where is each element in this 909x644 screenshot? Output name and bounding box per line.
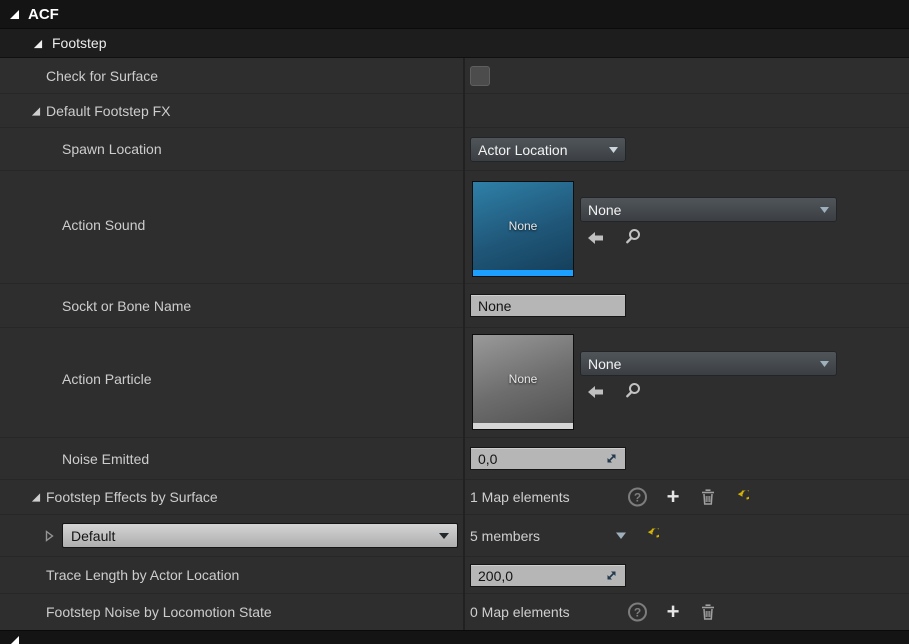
check-for-surface-label: Check for Surface [46,67,159,84]
spawn-location-value: Actor Location [478,141,568,158]
expander-next-category-icon[interactable] [8,634,20,644]
delete-elements-button[interactable] [700,603,716,621]
action-particle-thumbnail-face: None [473,335,573,423]
particle-asset-color-strip [473,423,573,429]
action-sound-label: Action Sound [62,217,146,233]
expander-acf-icon[interactable] [8,8,20,20]
members-dropdown-icon[interactable] [616,532,626,539]
expander-default-footstep-fx-icon[interactable] [30,105,41,116]
spawn-location-label: Spawn Location [62,141,162,157]
browse-to-asset-button[interactable] [624,227,642,245]
property-row-footstep-noise: Footstep Noise by Locomotion State 0 Map… [0,594,909,630]
property-row-default-footstep-fx[interactable]: Default Footstep FX [0,94,909,128]
property-row-action-particle: Action Particle None None [0,328,909,438]
expand-value-icon[interactable] [605,452,618,465]
trash-icon [702,604,714,620]
chevron-down-icon [820,360,829,367]
category-header-acf[interactable]: ACF [0,0,909,29]
expander-collapsed-icon[interactable] [45,529,54,542]
category-footstep-label: Footstep [52,35,107,51]
footstep-effects-by-surface-label: Footstep Effects by Surface [46,489,218,505]
chevron-down-icon [820,206,829,213]
map-value-members-summary: 5 members [470,527,541,544]
chevron-down-icon [439,532,449,539]
property-row-footstep-effects-by-surface: Footstep Effects by Surface 1 Map elemen… [0,480,909,515]
reset-to-default-button[interactable] [644,528,659,543]
reset-arrow-icon [737,490,749,499]
map-element-row-default: Default 5 members [0,515,909,557]
expander-footstep-effects-icon[interactable] [30,492,41,503]
footstep-noise-label: Footstep Noise by Locomotion State [46,604,272,620]
magnifier-icon [625,382,640,397]
magnifier-icon [625,228,640,243]
footstep-noise-map-summary: 0 Map elements [470,604,570,620]
footstep-effects-map-summary: 1 Map elements [470,489,570,505]
sockt-or-bone-name-label: Sockt or Bone Name [62,297,192,314]
chevron-down-icon [609,146,618,153]
column-splitter[interactable] [463,58,465,630]
action-sound-thumbnail[interactable]: None [472,181,574,277]
action-particle-asset-value: None [588,355,622,372]
action-particle-thumbnail[interactable]: None [472,334,574,430]
reset-arrow-icon [647,528,659,538]
map-key-value: Default [71,527,116,544]
action-sound-asset-dropdown[interactable]: None [580,197,837,222]
expand-value-icon[interactable] [605,569,618,582]
property-row-noise-emitted: Noise Emitted 0,0 [0,438,909,480]
delete-elements-button[interactable] [700,488,716,506]
noise-emitted-input[interactable]: 0,0 [470,447,626,470]
add-element-button[interactable]: + [664,486,682,508]
trace-length-label: Trace Length by Actor Location [46,567,240,583]
action-sound-thumbnail-face: None [473,182,573,270]
trace-length-input[interactable]: 200,0 [470,564,626,587]
property-row-sockt-or-bone-name: Sockt or Bone Name None [0,284,909,328]
use-selected-asset-button[interactable] [586,229,606,247]
map-key-dropdown[interactable]: Default [62,523,458,548]
help-icon[interactable]: ? [628,602,647,622]
default-footstep-fx-label: Default Footstep FX [46,102,171,119]
action-sound-asset-value: None [588,201,622,218]
action-particle-label: Action Particle [62,371,152,387]
property-row-action-sound: Action Sound None None [0,171,909,284]
spawn-location-dropdown[interactable]: Actor Location [470,137,626,162]
property-row-trace-length: Trace Length by Actor Location 200,0 [0,557,909,594]
action-particle-thumbnail-label: None [508,372,538,386]
property-row-spawn-location: Spawn Location Actor Location [0,128,909,171]
sockt-or-bone-name-input[interactable]: None [470,294,626,317]
details-panel: ACF Footstep Check for Surface Default F… [0,0,909,644]
noise-emitted-value: 0,0 [478,450,498,467]
sound-asset-color-strip [473,270,573,276]
properties-body: Check for Surface Default Footstep FX Sp… [0,58,909,630]
category-header-next[interactable] [0,630,909,644]
noise-emitted-label: Noise Emitted [62,450,150,467]
reset-to-default-button[interactable] [734,490,749,505]
property-row-check-for-surface: Check for Surface [0,58,909,94]
category-header-footstep[interactable]: Footstep [0,29,909,58]
trace-length-value: 200,0 [478,567,514,584]
check-for-surface-checkbox[interactable] [470,65,490,86]
help-icon[interactable]: ? [628,487,647,507]
use-selected-asset-button[interactable] [586,383,606,401]
action-particle-asset-dropdown[interactable]: None [580,351,837,376]
add-element-button[interactable]: + [664,601,682,623]
browse-to-asset-button[interactable] [624,381,642,399]
sockt-or-bone-name-value: None [478,297,512,314]
trash-icon [702,489,714,505]
left-arrow-icon [588,386,603,398]
action-sound-thumbnail-label: None [508,219,538,233]
left-arrow-icon [588,232,603,244]
category-acf-label: ACF [28,5,59,23]
expander-footstep-icon[interactable] [32,38,43,49]
